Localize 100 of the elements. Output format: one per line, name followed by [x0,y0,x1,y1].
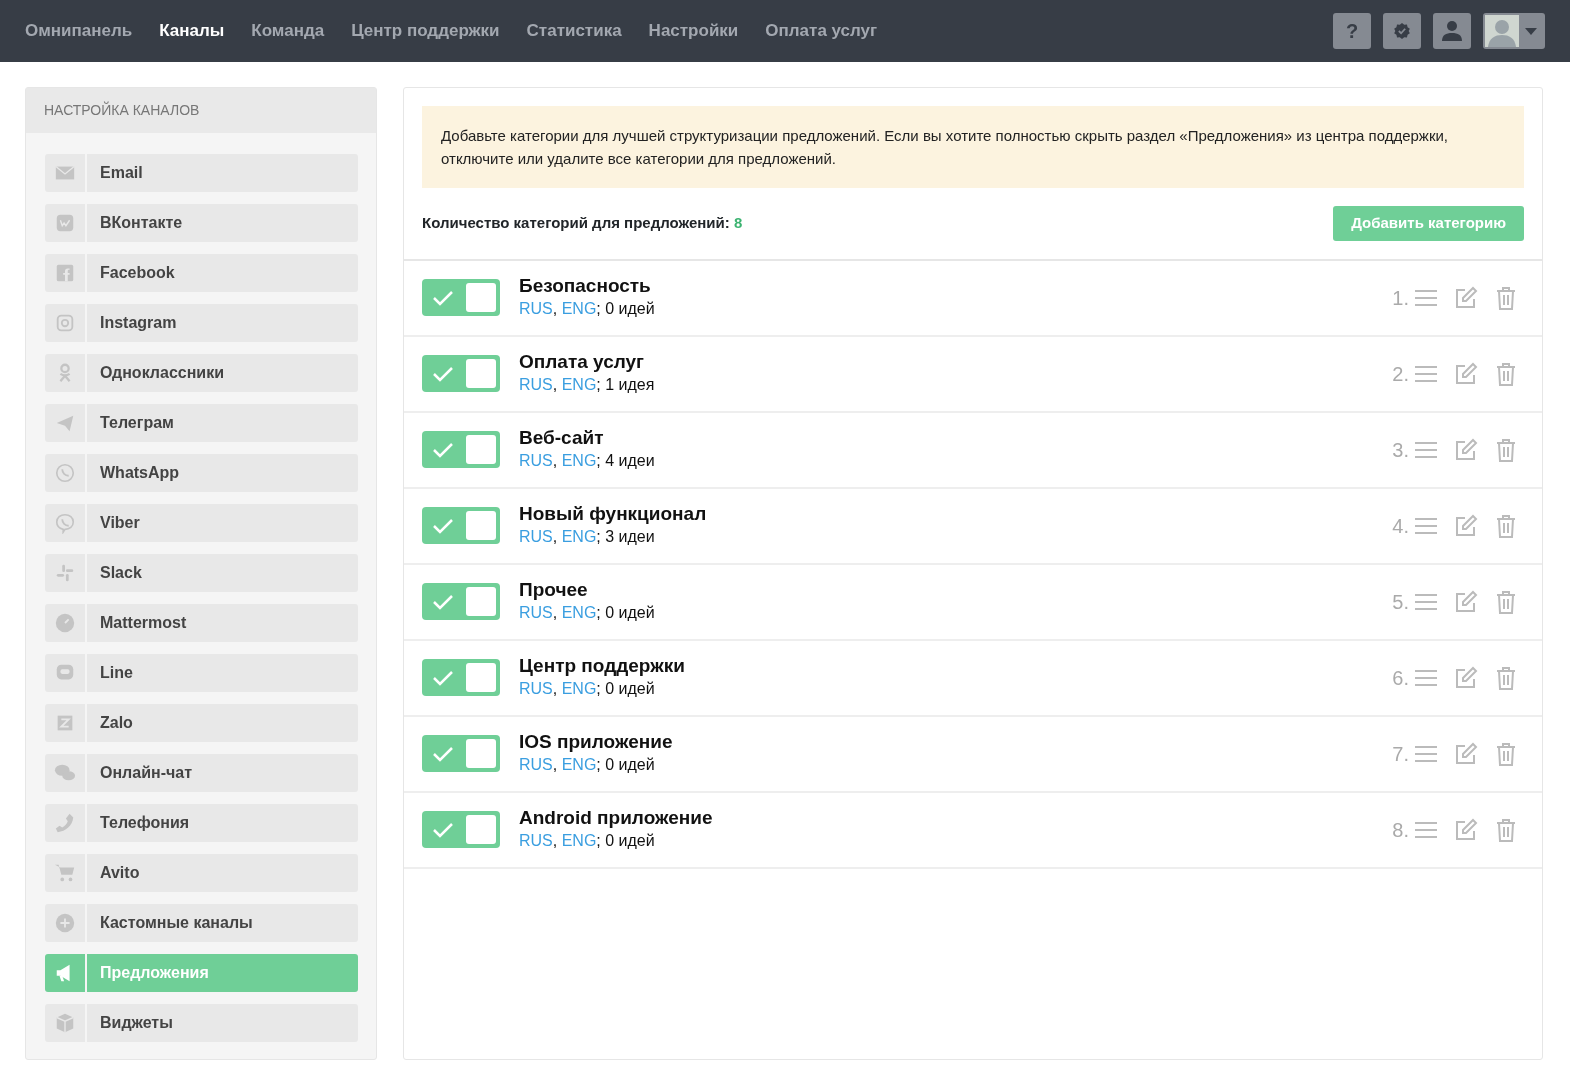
edit-icon [1454,589,1478,614]
category-name: Оплата услуг [519,350,645,373]
language-link[interactable]: RUS [519,755,553,773]
nav-tab[interactable]: Команда [251,18,325,44]
trash-icon [1496,437,1516,462]
edit-button[interactable] [1454,589,1478,614]
language-link[interactable]: RUS [519,299,553,317]
trash-icon [1496,589,1516,614]
cart-icon [54,862,76,884]
nav-tab[interactable]: Центр поддержки [351,18,500,44]
drag-handle[interactable] [1415,516,1437,535]
language-link[interactable]: ENG [561,755,597,773]
toggle-switch[interactable] [422,507,500,544]
category-name: Новый функционал [519,502,708,525]
language-link[interactable]: RUS [519,527,553,545]
nav-tab[interactable]: Каналы [159,18,225,44]
caret-icon [1525,27,1537,35]
language-link[interactable]: ENG [561,375,597,393]
delete-button[interactable] [1496,817,1516,842]
category-count: Количество категорий для предложений: 8 [422,213,743,233]
edit-button[interactable] [1454,437,1478,462]
cube-icon [54,1012,76,1034]
plus-circle-icon [54,912,76,934]
category-meta: RUS, ENG; 0 идей [519,678,656,699]
edit-button[interactable] [1454,361,1478,386]
language-link[interactable]: RUS [519,603,553,621]
language-link[interactable]: ENG [561,299,597,317]
edit-button[interactable] [1454,513,1478,538]
toggle-switch[interactable] [422,355,500,392]
check-icon [432,440,454,459]
nav-tab[interactable]: Настройки [648,18,739,44]
trash-icon [1496,361,1516,386]
delete-button[interactable] [1496,513,1516,538]
sidebar-title: НАСТРОЙКА КАНАЛОВ [26,88,376,133]
delete-button[interactable] [1496,665,1516,690]
trash-icon [1496,741,1516,766]
trash-icon [1496,285,1516,310]
delete-button[interactable] [1496,589,1516,614]
menu-icon [1415,668,1437,687]
category-meta: RUS, ENG; 0 идей [519,298,656,319]
order-number: 5. [1392,589,1409,615]
nav-tab[interactable]: Омнипанель [25,18,133,44]
drag-handle[interactable] [1415,592,1437,611]
delete-button[interactable] [1496,285,1516,310]
badge-check-icon [1393,22,1411,40]
edit-icon [1454,513,1478,538]
camera-logo-icon [54,312,76,334]
toggle-switch[interactable] [422,659,500,696]
user-icon [1441,20,1463,42]
order-number: 6. [1392,665,1409,691]
order-number: 3. [1392,437,1409,463]
edit-icon [1454,285,1478,310]
check-icon [432,592,454,611]
nav-tab[interactable]: Статистика [526,18,622,44]
drag-handle[interactable] [1415,440,1437,459]
check-icon [432,288,454,307]
language-link[interactable]: RUS [519,375,553,393]
language-link[interactable]: RUS [519,679,553,697]
badge-check-button[interactable] [1383,13,1421,49]
language-link[interactable]: ENG [561,679,597,697]
edit-button[interactable] [1454,741,1478,766]
toggle-switch[interactable] [422,431,500,468]
category-meta: RUS, ENG; 0 идей [519,602,656,623]
language-link[interactable]: ENG [561,527,597,545]
language-link[interactable]: ENG [561,831,597,849]
delete-button[interactable] [1496,741,1516,766]
category-name: Веб-сайт [519,426,605,449]
drag-handle[interactable] [1415,364,1437,383]
account-menu-button[interactable] [1483,13,1545,49]
category-meta: RUS, ENG; 0 идей [519,754,656,775]
nav-tab[interactable]: Оплата услуг [765,18,878,44]
drag-handle[interactable] [1415,820,1437,839]
facebook-logo-icon [54,262,76,284]
phone-icon [54,812,76,834]
order-number: 1. [1392,285,1409,311]
profile-button[interactable] [1433,13,1471,49]
language-link[interactable]: ENG [561,603,597,621]
delete-button[interactable] [1496,361,1516,386]
check-icon [432,820,454,839]
edit-button[interactable] [1454,817,1478,842]
check-icon [432,516,454,535]
edit-button[interactable] [1454,285,1478,310]
drag-handle[interactable] [1415,744,1437,763]
edit-icon [1454,817,1478,842]
toggle-switch[interactable] [422,279,500,316]
toggle-switch[interactable] [422,811,500,848]
language-link[interactable]: RUS [519,831,553,849]
toggle-switch[interactable] [422,583,500,620]
drag-handle[interactable] [1415,668,1437,687]
phone-bubble-icon [54,512,76,534]
toggle-switch[interactable] [422,735,500,772]
drag-handle[interactable] [1415,288,1437,307]
category-name: Центр поддержки [519,654,686,677]
language-link[interactable]: ENG [561,451,597,469]
category-meta: RUS, ENG; 3 идеи [519,526,656,547]
delete-button[interactable] [1496,437,1516,462]
edit-button[interactable] [1454,665,1478,690]
language-link[interactable]: RUS [519,451,553,469]
help-button[interactable]: ? [1333,13,1371,49]
avatar-icon [1485,15,1519,47]
